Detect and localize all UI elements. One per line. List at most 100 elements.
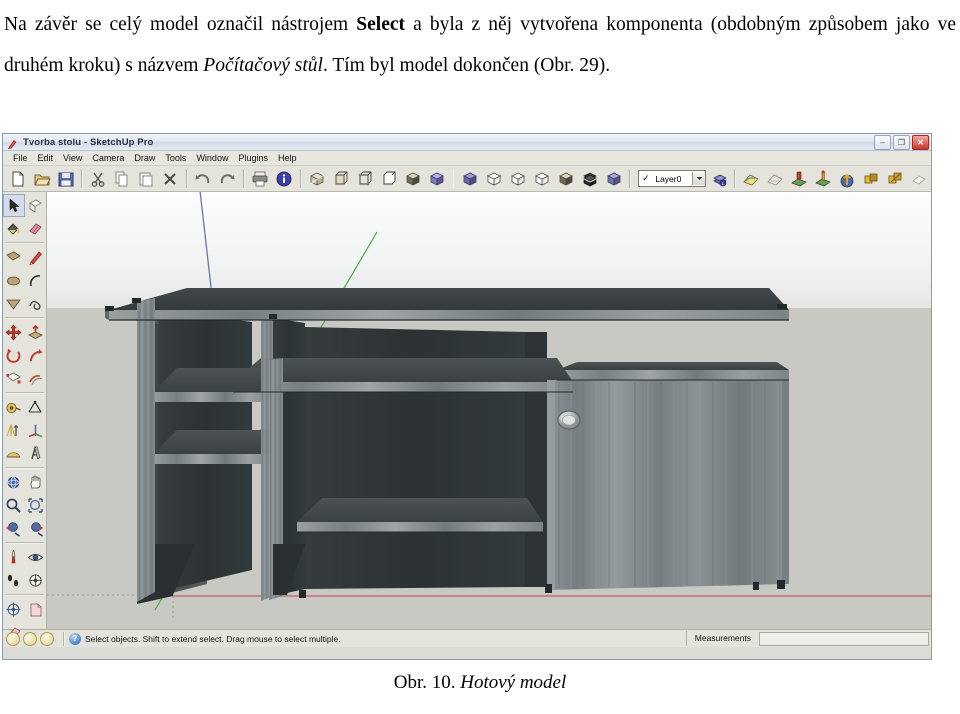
style-xray-icon[interactable] [306, 167, 329, 190]
style-hidden-line-icon[interactable] [378, 167, 401, 190]
menu-item-edit[interactable]: Edit [33, 152, 59, 165]
paint-bucket-icon[interactable] [3, 217, 25, 240]
view-iso-icon[interactable] [458, 167, 481, 190]
print-icon[interactable] [249, 167, 272, 190]
style-shaded-icon[interactable] [402, 167, 425, 190]
view-top-icon[interactable] [482, 167, 505, 190]
tool-row [3, 367, 46, 390]
protractor-icon[interactable] [3, 442, 25, 465]
view-section-icon[interactable] [578, 167, 601, 190]
tape-measure-icon[interactable] [3, 396, 25, 419]
dimension-icon[interactable] [25, 396, 47, 419]
toolbar-group-output [249, 167, 296, 190]
tool-row [3, 396, 46, 419]
delete-x-icon[interactable] [159, 167, 182, 190]
menu-item-help[interactable]: Help [273, 152, 302, 165]
menu-item-file[interactable]: File [8, 152, 33, 165]
window-titlebar[interactable]: Tvorba stolu - SketchUp Pro – ❐ ✕ [3, 134, 931, 151]
toolbar-group-styles [306, 167, 449, 190]
paragraph-1-bold-term: Select [356, 14, 406, 35]
look-around-eye-icon[interactable] [25, 546, 47, 569]
make-component-icon[interactable] [25, 194, 47, 217]
eraser-icon[interactable] [25, 217, 47, 240]
view-front-icon[interactable] [506, 167, 529, 190]
polygon-icon[interactable] [3, 292, 25, 315]
sketchup-window: Tvorba stolu - SketchUp Pro – ❐ ✕ File E… [2, 133, 932, 660]
model-info-icon[interactable] [273, 167, 296, 190]
next-view-icon[interactable] [25, 517, 47, 540]
view-shaded-cube-icon[interactable] [602, 167, 625, 190]
three-d-text-icon[interactable] [25, 442, 47, 465]
save-icon[interactable] [54, 167, 77, 190]
style-back-edges-icon[interactable] [330, 167, 353, 190]
menu-item-window[interactable]: Window [191, 152, 233, 165]
walk-footsteps-icon[interactable] [3, 569, 25, 592]
paste-icon[interactable] [135, 167, 158, 190]
menu-item-camera[interactable]: Camera [87, 152, 129, 165]
menu-item-view[interactable]: View [58, 152, 87, 165]
desk-bottom-shelf-edge [297, 522, 543, 532]
sandbox-flip-edge-icon[interactable] [884, 167, 907, 190]
geo-location-icon[interactable] [6, 631, 20, 646]
undo-icon[interactable] [192, 167, 215, 190]
position-camera-icon[interactable] [3, 546, 25, 569]
chevron-down-icon[interactable] [692, 172, 706, 185]
paragraph-1-italic-term: Počítačový stůl [203, 55, 323, 76]
tool-palette [3, 192, 47, 639]
freehand-icon[interactable] [25, 292, 47, 315]
paragraph-1-part-1: Na závěr se celý model označil nástrojem [4, 14, 357, 35]
style-shaded-texture-icon[interactable] [426, 167, 449, 190]
geo-shadow-icon[interactable] [23, 631, 37, 646]
model-viewport[interactable] [47, 192, 931, 629]
sandbox-from-contours-icon[interactable] [740, 167, 763, 190]
zoom-window-icon[interactable] [25, 494, 47, 517]
page-add-icon[interactable] [25, 598, 47, 621]
minimize-button[interactable]: – [874, 135, 891, 150]
layer-select[interactable]: ✓ Layer0 [638, 170, 707, 187]
sandbox-add-detail-icon[interactable] [860, 167, 883, 190]
layer-manager-icon[interactable]: L [709, 167, 730, 190]
copy-icon[interactable] [111, 167, 134, 190]
menu-item-tools[interactable]: Tools [160, 152, 191, 165]
sandbox-from-scratch-icon[interactable] [764, 167, 787, 190]
view-right-icon[interactable] [530, 167, 553, 190]
new-document-icon[interactable] [6, 167, 29, 190]
close-button[interactable]: ✕ [912, 135, 929, 150]
previous-view-icon[interactable] [3, 517, 25, 540]
follow-me-icon[interactable] [25, 344, 47, 367]
redo-icon[interactable] [216, 167, 239, 190]
zoom-magnifier-icon[interactable] [3, 494, 25, 517]
statusbar-separator [63, 631, 65, 646]
sandbox-extra-icon[interactable] [908, 167, 931, 190]
menu-item-draw[interactable]: Draw [129, 152, 160, 165]
axes-icon[interactable] [25, 419, 47, 442]
rotate-icon[interactable] [3, 344, 25, 367]
circle-icon[interactable] [3, 269, 25, 292]
style-wireframe-icon[interactable] [354, 167, 377, 190]
open-folder-icon[interactable] [30, 167, 53, 190]
field-of-view-icon[interactable] [25, 569, 47, 592]
arc-icon[interactable] [25, 269, 47, 292]
text-label-icon[interactable] [3, 419, 25, 442]
offset-icon[interactable] [25, 367, 47, 390]
help-question-icon[interactable]: ? [69, 632, 81, 645]
current-layer-label: Layer0 [655, 173, 682, 184]
cut-scissors-icon[interactable] [87, 167, 110, 190]
scale-icon[interactable] [3, 367, 25, 390]
line-pencil-icon[interactable] [25, 246, 47, 269]
select-arrow-icon[interactable] [3, 194, 25, 217]
push-pull-icon[interactable] [25, 321, 47, 344]
sandbox-stamp-icon[interactable] [812, 167, 835, 190]
sandbox-drape-icon[interactable] [836, 167, 859, 190]
move-icon[interactable] [3, 321, 25, 344]
measurements-input[interactable] [759, 631, 929, 646]
menu-item-plugins[interactable]: Plugins [233, 152, 273, 165]
pan-hand-icon[interactable] [25, 471, 47, 494]
geo-credits-icon[interactable] [40, 631, 54, 646]
sandbox-smoove-icon[interactable] [788, 167, 811, 190]
orbit-icon[interactable] [3, 471, 25, 494]
maximize-restore-button[interactable]: ❐ [893, 135, 910, 150]
rectangle-icon[interactable] [3, 246, 25, 269]
section-plane-icon[interactable] [3, 598, 25, 621]
view-perspective-icon[interactable] [554, 167, 577, 190]
